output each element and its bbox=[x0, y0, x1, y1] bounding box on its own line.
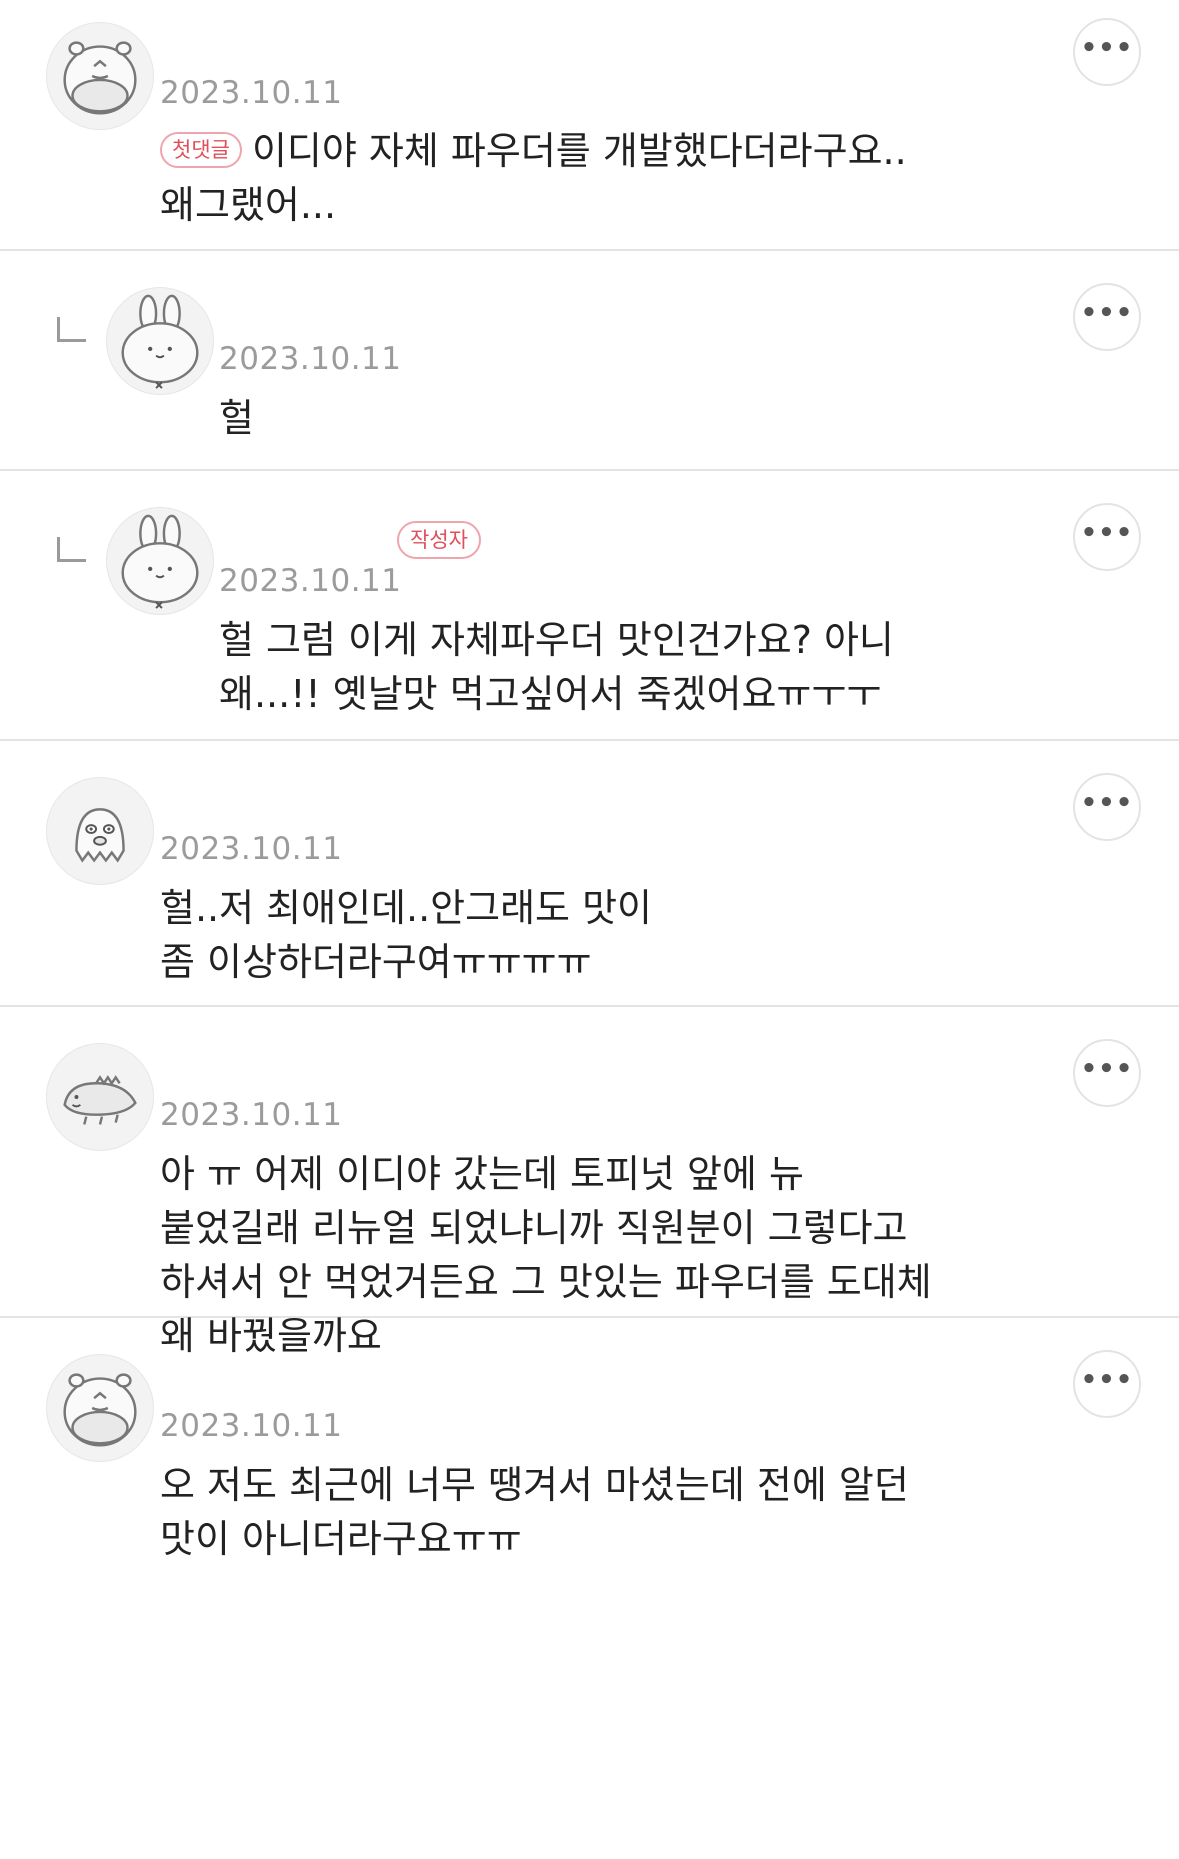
more-options-button[interactable]: ••• bbox=[1073, 1039, 1141, 1107]
comment-item: 작성자 2023.10.11 헐 그럼 이게 자체파우더 맛인건가요? 아니 왜… bbox=[0, 471, 1179, 741]
more-options-icon: ••• bbox=[1080, 1054, 1134, 1084]
more-options-icon: ••• bbox=[1080, 518, 1134, 548]
reply-corner-icon bbox=[57, 537, 86, 562]
comment-text: 오 저도 최근에 너무 땡겨서 마셨는데 전에 알던 맛이 아니더라구요ㅠㅠ bbox=[160, 1463, 909, 1561]
comment-item: 2023.10.11 아 ㅠ 어제 이디야 갔는데 토피넛 앞에 뉴 붙었길래 … bbox=[0, 1007, 1179, 1358]
comment-text-line: 헐..저 최애인데..안그래도 맛이 bbox=[160, 886, 652, 930]
more-options-icon: ••• bbox=[1080, 788, 1134, 818]
more-options-icon: ••• bbox=[1080, 298, 1134, 328]
comment-item: 2023.10.11 첫댓글 이디야 자체 파우더를 개발했다더라구요.. 왜그랬… bbox=[0, 0, 1179, 251]
dino-avatar-icon[interactable] bbox=[46, 1043, 154, 1151]
comment-date: 2023.10.11 bbox=[160, 75, 343, 111]
comment-date: 2023.10.11 bbox=[219, 341, 402, 377]
bunny-avatar-icon[interactable] bbox=[106, 287, 214, 395]
comment-date: 2023.10.11 bbox=[219, 563, 402, 599]
more-options-button[interactable]: ••• bbox=[1073, 503, 1141, 571]
comment-text: 헐 그럼 이게 자체파우더 맛인건가요? 아니 왜...!! 옛날맛 먹고싶어서… bbox=[219, 618, 894, 716]
comment-text-line: 좀 이상하더라구여ㅠㅠㅠㅠ bbox=[160, 940, 592, 984]
more-options-button[interactable]: ••• bbox=[1073, 773, 1141, 841]
more-options-button[interactable]: ••• bbox=[1073, 283, 1141, 351]
reply-corner-icon bbox=[57, 317, 86, 342]
more-options-button[interactable]: ••• bbox=[1073, 18, 1141, 86]
comment-text: 첫댓글 이디야 자체 파우더를 개발했다더라구요.. 왜그랬어... bbox=[160, 124, 930, 232]
comment-item: 2023.10.11 헐 ••• bbox=[0, 251, 1179, 471]
comment-item: 2023.10.11 오 저도 최근에 너무 땡겨서 마셨는데 전에 알던 맛이… bbox=[0, 1318, 1179, 1618]
comment-text: 헐..저 최애인데..안그래도 맛이 좀 이상하더라구여ㅠㅠㅠㅠ bbox=[160, 881, 960, 989]
author-badge: 작성자 bbox=[397, 521, 481, 559]
comment-date: 2023.10.11 bbox=[160, 1097, 343, 1133]
bunny-avatar-icon[interactable] bbox=[106, 507, 214, 615]
hippo-avatar-icon[interactable] bbox=[46, 1354, 154, 1462]
comment-date: 2023.10.11 bbox=[160, 1408, 343, 1444]
comment-item: 2023.10.11 헐..저 최애인데..안그래도 맛이 좀 이상하더라구여ㅠ… bbox=[0, 741, 1179, 1007]
comment-text: 헐 bbox=[219, 396, 254, 440]
comment-text-content: 이디야 자체 파우더를 개발했다더라구요.. 왜그랬어... bbox=[160, 129, 907, 227]
hippo-avatar-icon[interactable] bbox=[46, 22, 154, 130]
comment-date: 2023.10.11 bbox=[160, 831, 343, 867]
more-options-icon: ••• bbox=[1080, 1365, 1134, 1395]
first-comment-badge: 첫댓글 bbox=[160, 132, 242, 168]
more-options-button[interactable]: ••• bbox=[1073, 1350, 1141, 1418]
more-options-icon: ••• bbox=[1080, 33, 1134, 63]
ghost-avatar-icon[interactable] bbox=[46, 777, 154, 885]
